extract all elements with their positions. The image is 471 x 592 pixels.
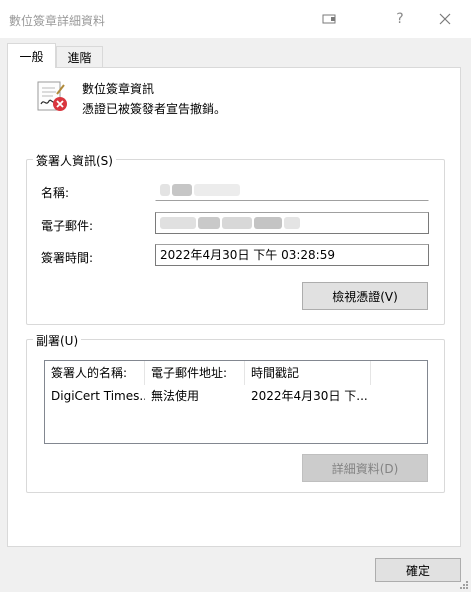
signer-name-field[interactable] [155,179,429,201]
column-header-timestamp[interactable]: 時間戳記 [245,361,371,385]
context-help-button[interactable] [310,0,350,38]
tab-general[interactable]: 一般 [7,43,56,68]
redacted-block [194,184,240,196]
title-bar: 數位簽章詳細資料 ? [0,0,471,38]
signing-time-label: 簽署時間: [41,251,94,265]
redacted-block [160,184,170,196]
column-header-signer-name[interactable]: 簽署人的名稱: [45,361,145,385]
redacted-block [254,217,282,229]
signer-email-field[interactable] [155,212,429,234]
signer-info-legend: 簽署人資訊(S) [33,152,116,169]
window-title: 數位簽章詳細資料 [9,14,106,28]
view-certificate-button[interactable]: 檢視憑證(V) [302,282,428,310]
redacted-block [172,184,192,196]
countersignature-legend: 副署(U) [33,332,82,349]
redacted-block [284,217,300,229]
redacted-block [198,217,220,229]
countersignature-list-header: 簽署人的名稱: 電子郵件地址: 時間戳記 [45,361,427,385]
ok-button[interactable]: 確定 [375,558,461,582]
column-header-email[interactable]: 電子郵件地址: [145,361,245,385]
details-button[interactable]: 詳細資料(D) [302,454,428,482]
close-button[interactable] [425,0,465,38]
signature-status-text: 憑證已被簽發者宣告撤銷。 [82,102,227,116]
table-row[interactable]: DigiCert Times... 無法使用 2022年4月30日 下... [45,385,427,407]
signature-revoked-icon [37,81,67,111]
tab-panel-general: 數位簽章資訊 憑證已被簽發者宣告撤銷。 簽署人資訊(S) 名稱: 電子郵件: 簽… [7,67,461,547]
redacted-block [222,217,252,229]
countersignature-list[interactable]: 簽署人的名稱: 電子郵件地址: 時間戳記 DigiCert Times... 無… [44,360,428,444]
signer-name-label: 名稱: [41,186,70,200]
resize-grip-icon[interactable] [459,580,469,590]
context-help-icon [322,14,336,24]
countersignature-group: 副署(U) 簽署人的名稱: 電子郵件地址: 時間戳記 DigiCert Time… [26,332,445,493]
signature-info-title: 數位簽章資訊 [82,82,155,96]
help-button[interactable]: ? [380,0,420,38]
tab-advanced[interactable]: 進階 [56,46,103,68]
signer-email-label: 電子郵件: [41,219,94,233]
close-icon [439,13,451,25]
cell-timestamp: 2022年4月30日 下... [251,389,368,403]
signing-time-field[interactable]: 2022年4月30日 下午 03:28:59 [155,244,429,266]
cell-email: 無法使用 [151,389,200,403]
cell-signer-name: DigiCert Times... [51,389,145,403]
redacted-block [160,217,196,229]
signer-info-group: 簽署人資訊(S) 名稱: 電子郵件: 簽署時間: 2022年4月30日 下午 0… [26,152,445,325]
